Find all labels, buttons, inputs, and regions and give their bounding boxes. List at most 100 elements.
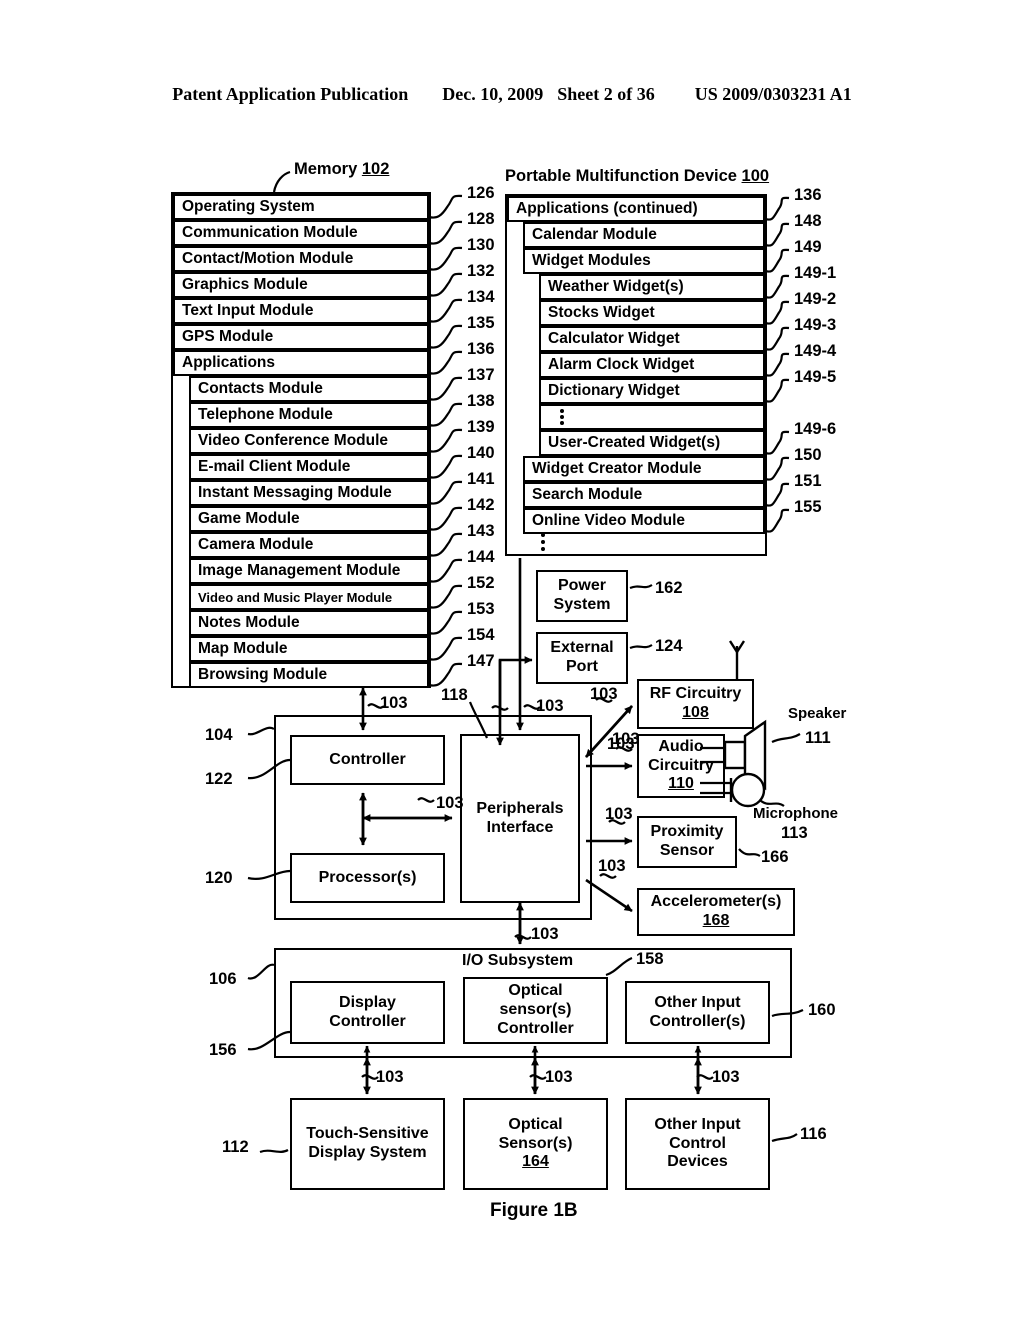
header-patent-number: US 2009/0303231 A1 [694, 84, 852, 104]
reference-leader [428, 272, 463, 297]
memory-row: Game Module [189, 506, 429, 532]
device-row: Widget Creator Module [523, 456, 765, 482]
memory-row-label: Communication Module [182, 224, 358, 241]
power-system-block: Power System [536, 570, 628, 622]
memory-row: GPS Module [173, 324, 429, 350]
controller-block: Controller [290, 735, 445, 785]
memory-row: Browsing Module [189, 662, 429, 688]
bus-label-103-b: 103 [536, 697, 564, 715]
antenna-icon [728, 640, 746, 679]
device-row-label: Widget Modules [532, 252, 651, 269]
device-row: Applications (continued) [507, 196, 765, 222]
memory-row-ref: 143 [467, 522, 495, 540]
reference-leader [428, 194, 463, 219]
display-controller-block: Display Controller [290, 981, 445, 1044]
device-caption-text: Portable Multifunction Device [505, 167, 742, 185]
ref-104: 104 [205, 726, 233, 744]
device-row-ref: 149-4 [794, 342, 837, 360]
reference-leader [428, 506, 463, 531]
reference-leader [428, 298, 463, 323]
reference-leader [764, 378, 790, 403]
reference-leader [428, 532, 463, 557]
reference-leader [428, 428, 463, 453]
device-row: Dictionary Widget [539, 378, 765, 404]
memory-row-label: Image Management Module [198, 562, 401, 579]
bus-label-103-l: 103 [712, 1068, 740, 1086]
figure-caption: Figure 1B [490, 1200, 578, 1221]
reference-leader [428, 246, 463, 271]
reference-leader [764, 430, 790, 455]
memory-row-label: Video Conference Module [198, 432, 389, 449]
vertical-ellipsis [560, 407, 564, 427]
memory-row-label: Video and Music Player Module [198, 589, 393, 605]
device-row-label: Calendar Module [532, 226, 657, 243]
leader-106 [247, 963, 275, 980]
audio-circuitry-block: Audio Circuitry 110 [637, 734, 725, 798]
reference-leader [428, 558, 463, 583]
device-row: Online Video Module [523, 508, 765, 534]
reference-leader [428, 662, 463, 687]
ref-122: 122 [205, 770, 233, 788]
leader-112 [259, 1148, 289, 1154]
memory-row-label: Game Module [198, 510, 300, 527]
ref-116: 116 [800, 1125, 827, 1143]
memory-row: Operating System [173, 194, 429, 220]
leader-116 [771, 1133, 798, 1143]
memory-row-ref: 126 [467, 184, 495, 202]
reference-leader [764, 248, 790, 273]
memory-row-ref: 138 [467, 392, 495, 410]
accelerometer-ref: 168 [702, 912, 730, 929]
memory-row: Video Conference Module [189, 428, 429, 454]
audio-circuitry-ref: 110 [668, 775, 694, 793]
device-row-label: Alarm Clock Widget [548, 356, 695, 373]
memory-row: Contact/Motion Module [173, 246, 429, 272]
ref-112: 112 [222, 1138, 249, 1156]
bus-external-port [498, 656, 533, 716]
memory-row-label: Map Module [198, 640, 288, 657]
leader-speaker [771, 733, 801, 744]
other-input-devices-block: Other Input Control Devices [625, 1098, 770, 1190]
ref-120: 120 [205, 869, 233, 887]
bus-label-103-g: 103 [598, 857, 626, 875]
memory-row: Video and Music Player Module [189, 584, 429, 610]
reference-leader [428, 350, 463, 375]
reference-leader [764, 508, 790, 533]
device-row: Stocks Widget [539, 300, 765, 326]
device-row: Weather Widget(s) [539, 274, 765, 300]
device-trailing-ellipsis [541, 530, 545, 554]
memory-row-label: Operating System [182, 198, 315, 215]
device-row-ref: 150 [794, 446, 822, 464]
device-row-ref: 151 [794, 472, 822, 490]
memory-row-label: Contacts Module [198, 380, 323, 397]
device-row-ref: 149-3 [794, 316, 837, 334]
optical-sensors-block: Optical Sensor(s) 164 [463, 1098, 608, 1190]
ref-158: 158 [636, 950, 664, 968]
memory-row-label: Contact/Motion Module [182, 250, 354, 267]
device-row-label: Applications (continued) [516, 200, 698, 217]
header-date: Dec. 10, 2009 [442, 84, 544, 104]
memory-row-ref: 142 [467, 496, 495, 514]
bus-label-103-e: 103 [607, 735, 635, 753]
processors-block: Processor(s) [290, 853, 445, 903]
memory-row-label: Notes Module [198, 614, 300, 631]
header-sheet: Sheet 2 of 36 [557, 84, 655, 104]
bus-label-103-k: 103 [545, 1068, 573, 1086]
ref-111: 111 [805, 729, 831, 747]
memory-row-ref: 152 [467, 574, 495, 592]
memory-row-ref: 134 [467, 288, 495, 306]
device-row-ref: 149-6 [794, 420, 837, 438]
device-row-label: Search Module [532, 486, 643, 503]
memory-row: Graphics Module [173, 272, 429, 298]
ref-166: 166 [761, 848, 789, 866]
memory-row-ref: 137 [467, 366, 495, 384]
bus-label-103-j: 103 [376, 1068, 404, 1086]
memory-row-ref: 136 [467, 340, 495, 358]
bus-label-103-h: 103 [436, 794, 464, 812]
peripherals-interface-block: Peripherals Interface [460, 734, 580, 903]
device-row-label: Widget Creator Module [532, 460, 702, 477]
leader-162 [629, 584, 653, 590]
device-row: Calendar Module [523, 222, 765, 248]
rf-circuitry-ref: 108 [682, 704, 709, 721]
leader-166 [738, 848, 761, 857]
other-input-controllers-block: Other Input Controller(s) [625, 981, 770, 1044]
